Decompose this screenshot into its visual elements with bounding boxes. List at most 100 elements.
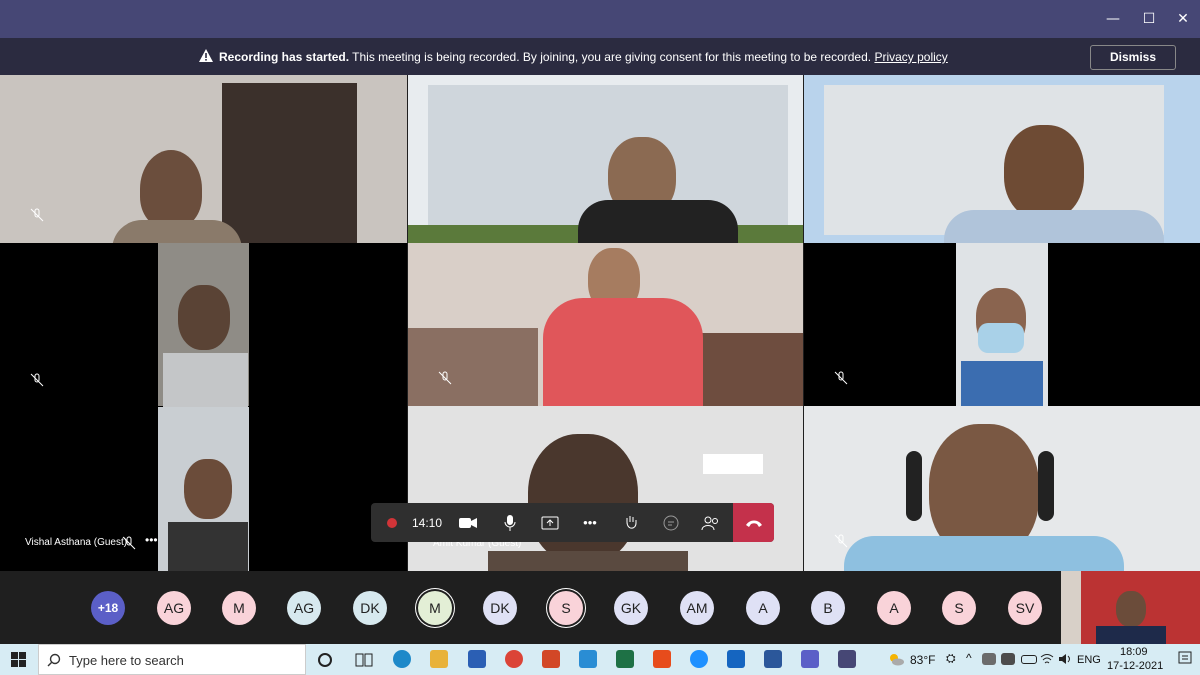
participant-body	[543, 298, 703, 406]
record-icon	[386, 517, 397, 528]
search-placeholder: Type here to search	[69, 653, 184, 668]
participant-avatar[interactable]: M	[222, 591, 256, 625]
person-icon[interactable]: ⛭	[946, 651, 956, 666]
chrome-icon[interactable]	[505, 650, 523, 668]
participant-avatar-bar: +18 AG M AG DK M DK S GK AM A B A S SV	[0, 571, 1200, 644]
video-tile-3	[804, 75, 1200, 243]
recording-banner: Recording has started. This meeting is b…	[0, 38, 1200, 75]
door-background	[222, 83, 357, 243]
raise-hand-button[interactable]	[617, 503, 645, 542]
more-participants-avatar[interactable]: +18	[91, 591, 125, 625]
self-view-video	[1061, 571, 1200, 644]
participant-avatar[interactable]: AG	[287, 591, 321, 625]
chevron-up-icon[interactable]: ^	[966, 651, 972, 665]
close-button[interactable]: ✕	[1172, 8, 1194, 30]
recording-message: Recording has started. This meeting is b…	[219, 50, 948, 64]
cortana-icon[interactable]	[317, 652, 333, 668]
self-view-body	[1096, 626, 1166, 644]
mic-off-icon	[122, 536, 136, 550]
leave-button[interactable]	[733, 503, 774, 542]
meeting-control-bar: 14:10 •••	[371, 503, 774, 542]
privacy-policy-link[interactable]: Privacy policy	[874, 50, 947, 64]
participant-avatar[interactable]: M	[418, 591, 452, 625]
word-icon[interactable]	[764, 650, 782, 668]
clock-time[interactable]: 18:09	[1120, 646, 1148, 658]
face-mask	[978, 323, 1024, 353]
participant-body	[112, 220, 242, 243]
participant-head	[140, 150, 202, 228]
file-explorer-icon[interactable]	[430, 650, 448, 668]
mic-off-icon	[30, 208, 44, 222]
participant-body	[488, 551, 688, 571]
tray-app-icon[interactable]	[982, 653, 996, 665]
excel-icon[interactable]	[616, 650, 634, 668]
share-button[interactable]	[535, 503, 565, 542]
participant-avatar[interactable]: B	[811, 591, 845, 625]
remote-desktop-icon[interactable]	[579, 650, 597, 668]
participant-avatar[interactable]: DK	[353, 591, 387, 625]
participant-avatar[interactable]: A	[877, 591, 911, 625]
office-icon[interactable]	[653, 650, 671, 668]
weather-temp: 83°F	[910, 653, 936, 667]
participant-head	[1004, 125, 1084, 220]
wifi-icon[interactable]	[1040, 653, 1054, 665]
teams-icon[interactable]	[801, 650, 819, 668]
battery-icon[interactable]	[1021, 655, 1037, 664]
mail-icon[interactable]	[727, 650, 745, 668]
participant-avatar[interactable]: AM	[680, 591, 714, 625]
task-view-icon[interactable]	[355, 652, 373, 668]
timer-text: 14:10	[411, 515, 443, 530]
participant-body	[578, 200, 738, 243]
clock-date[interactable]: 17-12-2021	[1107, 660, 1163, 672]
participants-button[interactable]	[697, 503, 725, 542]
taskbar-search[interactable]: Type here to search	[38, 644, 306, 675]
participant-avatar[interactable]: S	[549, 591, 583, 625]
participant-video-a	[158, 243, 249, 408]
volume-icon[interactable]	[1058, 653, 1072, 665]
participant-avatar[interactable]: GK	[614, 591, 648, 625]
participant-body	[961, 361, 1043, 406]
edge-icon[interactable]	[393, 650, 411, 668]
window-titlebar: — ☐ ✕	[0, 0, 1200, 38]
language-indicator[interactable]: ENG	[1077, 654, 1101, 666]
microphone-button[interactable]	[495, 503, 525, 542]
raise-hand-icon	[626, 515, 637, 529]
powerpoint-icon[interactable]	[542, 650, 560, 668]
tray-app-icon-2[interactable]	[1001, 653, 1015, 665]
internet-explorer-icon[interactable]	[690, 650, 708, 668]
minimize-button[interactable]: —	[1102, 8, 1124, 30]
dismiss-button[interactable]: Dismiss	[1090, 45, 1176, 70]
participant-avatar[interactable]: SV	[1008, 591, 1042, 625]
video-tile-4: Vishal Asthana (Guest) •••	[0, 243, 407, 571]
notification-icon[interactable]	[1178, 651, 1192, 667]
participant-avatar[interactable]: S	[942, 591, 976, 625]
mic-off-icon	[30, 373, 44, 387]
more-options-icon[interactable]: •••	[145, 533, 158, 547]
chat-button[interactable]	[657, 503, 685, 542]
participant-avatar[interactable]: DK	[483, 591, 517, 625]
sofa-background	[698, 333, 803, 406]
camera-icon	[459, 517, 477, 528]
participant-body	[163, 353, 248, 408]
maximize-button[interactable]: ☐	[1138, 8, 1160, 30]
participant-head	[178, 285, 230, 350]
participant-avatar[interactable]: AG	[157, 591, 191, 625]
ceiling-light	[703, 454, 763, 474]
chat-icon	[663, 515, 679, 530]
more-actions-button[interactable]: •••	[575, 503, 605, 542]
participant-video	[956, 243, 1048, 406]
teams-active-icon[interactable]	[838, 650, 856, 668]
recording-title: Recording has started.	[219, 50, 350, 64]
headset-left	[906, 451, 922, 521]
headset-right	[1038, 451, 1054, 521]
participant-head	[528, 434, 638, 564]
participant-avatar[interactable]: A	[746, 591, 780, 625]
windows-start-icon[interactable]	[11, 652, 26, 667]
hang-up-icon	[745, 520, 762, 527]
store-icon[interactable]	[468, 650, 486, 668]
camera-button[interactable]	[453, 503, 483, 542]
participant-body	[168, 522, 248, 571]
participant-video-b	[158, 407, 249, 571]
mic-off-icon	[834, 371, 848, 385]
video-tile-7: Amit Kumar (Guest)	[408, 406, 803, 571]
